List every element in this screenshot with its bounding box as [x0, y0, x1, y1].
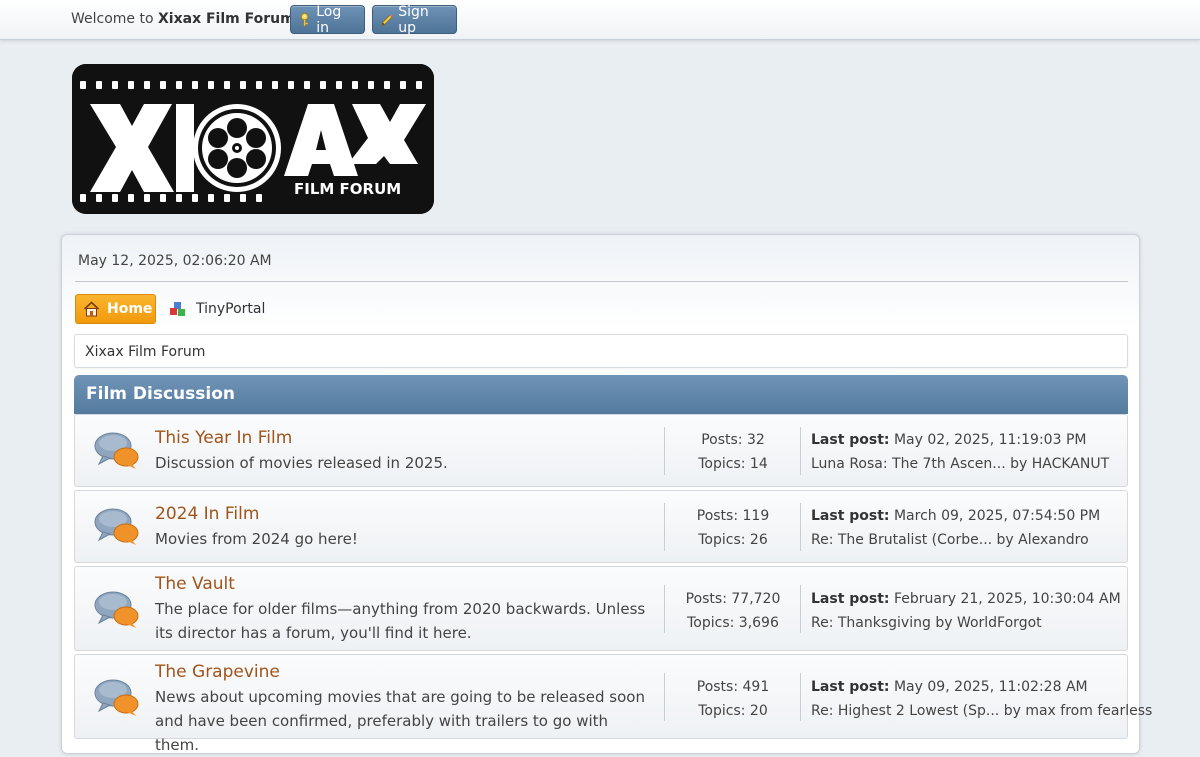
- welcome-prefix: Welcome to: [71, 11, 158, 27]
- category-header[interactable]: Film Discussion: [74, 375, 1128, 414]
- breadcrumb-forum-link[interactable]: Xixax Film Forum: [85, 344, 205, 360]
- board-posts: Posts: 119: [696, 508, 770, 524]
- last-post-topic-link[interactable]: Re: The Brutalist (Corbe... by Alexandro: [811, 528, 1100, 552]
- divider: [664, 427, 665, 475]
- film-reel-icon: [193, 104, 281, 192]
- signup-button[interactable]: Sign up: [372, 3, 457, 36]
- board-posts: Posts: 77,720: [685, 591, 781, 607]
- board-stats: Posts: 491 Topics: 20: [668, 675, 798, 723]
- board-posts: Posts: 491: [696, 679, 770, 695]
- logo-subtitle: FILM FORUM: [294, 180, 401, 198]
- board-description: Discussion of movies released in 2025.: [155, 454, 448, 472]
- login-button[interactable]: Log in: [290, 3, 365, 36]
- board-title-link[interactable]: The Vault: [155, 574, 235, 594]
- chat-bubbles-icon: [94, 432, 139, 469]
- nav-home-label: Home: [107, 301, 153, 317]
- last-post-label: Last post:: [811, 679, 890, 695]
- board-title-link[interactable]: 2024 In Film: [155, 504, 259, 524]
- breadcrumb: Xixax Film Forum: [74, 334, 1128, 368]
- last-post-topic-link[interactable]: Luna Rosa: The 7th Ascen... by HACKANUT: [811, 452, 1109, 476]
- last-post-label: Last post:: [811, 508, 890, 524]
- board-topics: Topics: 3,696: [687, 615, 779, 631]
- chat-bubbles-icon: [94, 591, 139, 628]
- nav-tinyportal-label: TinyPortal: [196, 301, 266, 317]
- key-icon: [300, 12, 309, 26]
- board-row: The Vault The place for older films—anyt…: [74, 566, 1128, 651]
- board-stats: Posts: 119 Topics: 26: [668, 504, 798, 552]
- logo-graphic: FILM FORUM: [72, 64, 434, 214]
- last-post-date: May 09, 2025, 11:02:28 AM: [889, 679, 1088, 695]
- current-date: May 12, 2025, 02:06:20 AM: [78, 253, 272, 269]
- divider: [800, 585, 801, 633]
- welcome-forum-name: Xixax Film Forum: [158, 11, 295, 27]
- board-row: 2024 In Film Movies from 2024 go here! P…: [74, 490, 1128, 563]
- board-row: The Grapevine News about upcoming movies…: [74, 654, 1152, 754]
- board-topics: Topics: 26: [698, 532, 768, 548]
- board-row: This Year In Film Discussion of movies r…: [74, 414, 1128, 487]
- divider: [75, 281, 1128, 282]
- chat-bubbles-icon: [94, 679, 139, 716]
- board-topics: Topics: 14: [698, 456, 768, 472]
- divider: [800, 503, 801, 551]
- board-stats: Posts: 77,720 Topics: 3,696: [668, 587, 798, 635]
- last-post-topic-link[interactable]: Re: Highest 2 Lowest (Sp... by max from …: [811, 699, 1152, 723]
- board-description: The place for older films—anything from …: [155, 600, 646, 642]
- board-title-link[interactable]: This Year In Film: [155, 428, 292, 448]
- nav-home-button[interactable]: Home: [75, 294, 156, 324]
- category-title: Film Discussion: [86, 384, 235, 404]
- nav-tinyportal-link[interactable]: TinyPortal: [169, 299, 265, 319]
- divider: [664, 585, 665, 633]
- divider: [664, 673, 665, 721]
- board-title-link[interactable]: The Grapevine: [155, 662, 280, 682]
- last-post-date: February 21, 2025, 10:30:04 AM: [889, 591, 1121, 607]
- divider: [664, 503, 665, 551]
- welcome-message: Welcome to Xixax Film Forum.: [71, 11, 299, 27]
- board-last-post: Last post: March 09, 2025, 07:54:50 PM R…: [811, 504, 1100, 552]
- board-last-post: Last post: February 21, 2025, 10:30:04 A…: [811, 587, 1121, 635]
- last-post-date: May 02, 2025, 11:19:03 PM: [889, 432, 1087, 448]
- board-description: Movies from 2024 go here!: [155, 530, 358, 548]
- signup-label: Sign up: [398, 3, 429, 36]
- top-bar: Welcome to Xixax Film Forum. Log in Sign…: [0, 0, 1200, 40]
- divider: [800, 673, 801, 721]
- last-post-date: March 09, 2025, 07:54:50 PM: [889, 508, 1101, 524]
- divider: [800, 427, 801, 475]
- board-last-post: Last post: May 09, 2025, 11:02:28 AM Re:…: [811, 675, 1152, 723]
- last-post-label: Last post:: [811, 432, 890, 448]
- house-icon: [83, 301, 100, 317]
- board-topics: Topics: 20: [698, 703, 768, 719]
- main-container: May 12, 2025, 02:06:20 AM Home TinyPorta…: [61, 234, 1152, 754]
- board-description: News about upcoming movies that are goin…: [155, 688, 645, 754]
- board-stats: Posts: 32 Topics: 14: [668, 428, 798, 476]
- board-posts: Posts: 32: [701, 432, 765, 448]
- last-post-label: Last post:: [811, 591, 890, 607]
- board-last-post: Last post: May 02, 2025, 11:19:03 PM Lun…: [811, 428, 1109, 476]
- login-label: Log in: [316, 3, 342, 36]
- forum-logo[interactable]: FILM FORUM: [72, 64, 434, 214]
- pencil-icon: [381, 13, 393, 26]
- blocks-icon: [170, 302, 185, 316]
- chat-bubbles-icon: [94, 508, 139, 545]
- last-post-topic-link[interactable]: Re: Thanksgiving by WorldForgot: [811, 611, 1121, 635]
